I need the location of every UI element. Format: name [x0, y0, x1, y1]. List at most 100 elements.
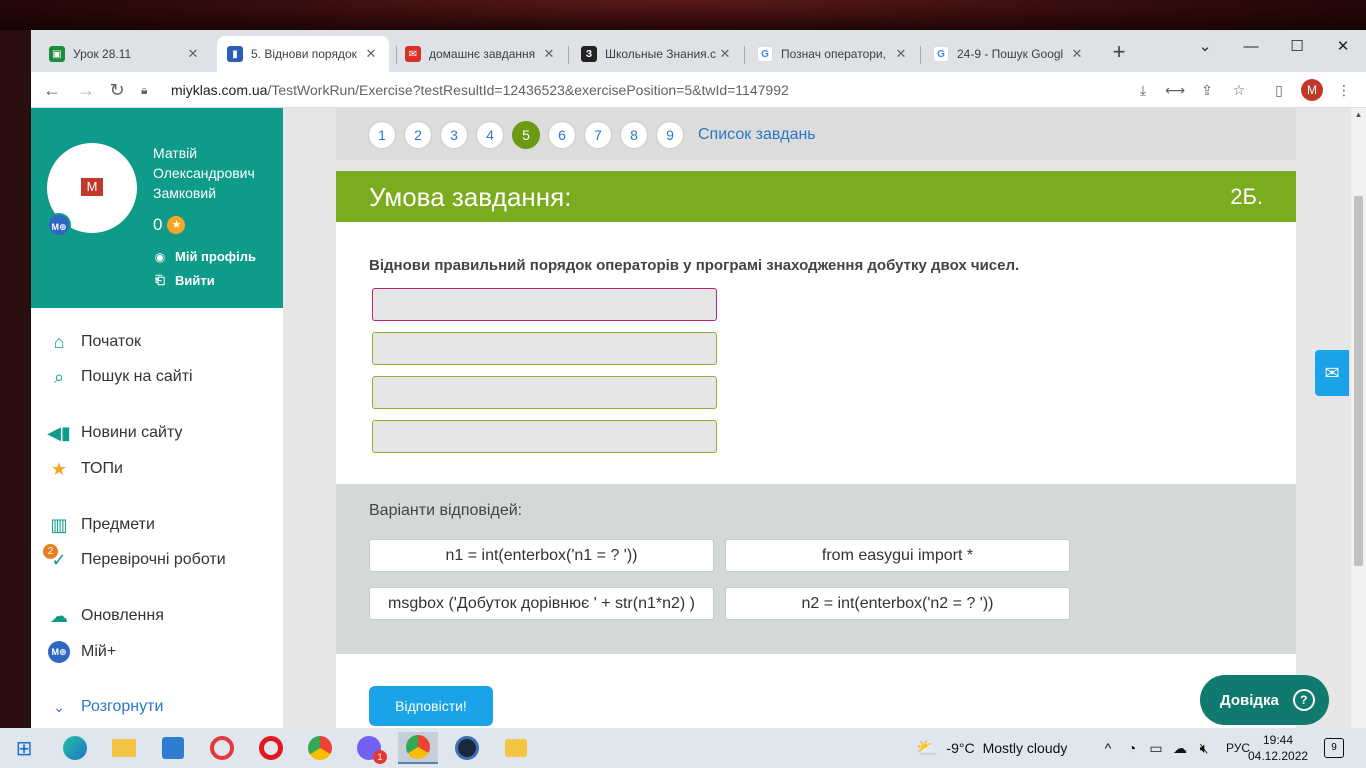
submit-answer-button[interactable]: Відповісти!: [369, 686, 493, 726]
logout-icon: ⎗: [155, 273, 165, 287]
chevron-down-icon: ⌄: [53, 698, 65, 715]
steam-app[interactable]: [447, 732, 487, 764]
page-number-button[interactable]: 8: [620, 121, 648, 149]
tab-homework[interactable]: ✉ домашнє завдання ✕: [395, 36, 567, 72]
scrollbar-thumb[interactable]: [1354, 196, 1363, 566]
volume-muted-icon[interactable]: 🔇︎: [1192, 740, 1216, 757]
files-app[interactable]: [496, 732, 536, 764]
store-app[interactable]: [153, 732, 193, 764]
page-number-button[interactable]: 1: [368, 121, 396, 149]
sidebar-item-subjects[interactable]: ▥ Предмети: [47, 513, 154, 537]
tab-search-chevron-icon[interactable]: ⌄: [1182, 34, 1228, 60]
install-icon[interactable]: ⤓: [1133, 80, 1153, 100]
cloud-update-icon: ☁: [50, 605, 68, 626]
page-number-button[interactable]: 2: [404, 121, 432, 149]
lock-icon[interactable]: 🔒︎: [141, 83, 157, 98]
page-number-current[interactable]: 5: [512, 121, 540, 149]
close-icon[interactable]: ✕: [185, 46, 201, 62]
sidebar-item-search[interactable]: ⌕ Пошук на сайті: [47, 365, 193, 389]
sidebar-item-label: Перевірочні роботи: [81, 551, 226, 568]
task-body: Віднови правильний порядок операторів у …: [336, 222, 1296, 484]
profile-avatar[interactable]: M: [1301, 79, 1323, 101]
close-icon[interactable]: ✕: [893, 46, 909, 62]
answer-drop-slot[interactable]: [372, 332, 717, 365]
start-button[interactable]: ⊞: [4, 732, 44, 764]
page-number-button[interactable]: 3: [440, 121, 468, 149]
sidebar-item-tops[interactable]: ★ ТОПи: [47, 457, 123, 481]
sidebar-item-tests[interactable]: ✓ 2 Перевірочні роботи: [43, 544, 226, 572]
maximize-button[interactable]: ☐: [1274, 34, 1320, 60]
explorer-app[interactable]: [104, 732, 144, 764]
notification-center-icon[interactable]: 9: [1324, 738, 1344, 758]
chrome-profile-app[interactable]: [398, 732, 438, 764]
opera-gx-app[interactable]: [202, 732, 242, 764]
share-icon[interactable]: ⇪: [1197, 80, 1217, 100]
answer-option[interactable]: n1 = int(enterbox('n1 = ? ')): [369, 539, 714, 572]
sidebar-item-expand[interactable]: ⌄ Розгорнути: [47, 695, 163, 719]
tab-google-search[interactable]: G 24-9 - Пошук Googl ✕: [923, 36, 1095, 72]
my-profile-link[interactable]: ◉ Мій профіль: [153, 249, 256, 264]
check-icon: ✓ 2: [43, 544, 71, 572]
onedrive-icon[interactable]: ☁: [1168, 740, 1192, 757]
store-icon: [162, 737, 184, 759]
clock[interactable]: 19:44 04.12.2022: [1248, 732, 1308, 764]
url-host: miyklas.com.ua: [171, 82, 268, 98]
feedback-mail-icon[interactable]: ✉: [1315, 350, 1349, 396]
opera-gx-icon: [210, 736, 234, 760]
answer-option[interactable]: from easygui import *: [725, 539, 1070, 572]
forward-button[interactable]: →: [73, 77, 99, 103]
battery-icon[interactable]: ▭: [1144, 740, 1168, 757]
new-tab-button[interactable]: +: [1106, 40, 1132, 66]
page-scrollbar[interactable]: ▲: [1351, 108, 1366, 728]
tab-znanija[interactable]: З Школьные Знания.c ✕: [571, 36, 743, 72]
close-window-button[interactable]: ✕: [1320, 34, 1366, 60]
search-icon: ⌕: [53, 366, 65, 387]
answer-drop-slot[interactable]: [372, 288, 717, 321]
minimize-button[interactable]: —: [1228, 34, 1274, 60]
logout-link[interactable]: ⎗ Вийти: [153, 273, 215, 288]
viber-badge: 1: [373, 750, 387, 764]
language-indicator[interactable]: РУС: [1226, 741, 1250, 755]
page-number-button[interactable]: 9: [656, 121, 684, 149]
tab-google-operators[interactable]: G Познач оператори, ✕: [747, 36, 919, 72]
answer-drop-slot[interactable]: [372, 376, 717, 409]
answer-option[interactable]: n2 = int(enterbox('n2 = ? ')): [725, 587, 1070, 620]
task-header: Умова завдання: 2Б.: [336, 171, 1296, 222]
viber-app[interactable]: 1: [349, 732, 389, 764]
google-icon: G: [757, 46, 773, 62]
star-icon: ★: [50, 458, 68, 479]
sidebar-item-news[interactable]: ◀▮ Новини сайту: [47, 421, 182, 445]
edge-app[interactable]: [55, 732, 95, 764]
translate-icon[interactable]: ⟷: [1165, 80, 1185, 100]
weather-widget[interactable]: ⛅ -9°C Mostly cloudy: [916, 728, 1067, 768]
reload-button[interactable]: ↻: [104, 77, 130, 103]
network-icon[interactable]: ◔: [1120, 740, 1144, 756]
back-button[interactable]: ←: [39, 77, 65, 103]
sidebar-item-myplus[interactable]: M⊕ Мій+: [47, 640, 116, 664]
opera-app[interactable]: [251, 732, 291, 764]
close-icon[interactable]: ✕: [541, 46, 557, 62]
sidebar-item-home[interactable]: ⌂ Початок: [47, 330, 141, 354]
close-icon[interactable]: ✕: [717, 46, 733, 62]
bookmark-star-icon[interactable]: ☆: [1229, 80, 1249, 100]
close-icon[interactable]: ✕: [363, 46, 379, 62]
menu-kebab-icon[interactable]: ⋮: [1334, 80, 1354, 100]
task-list-link[interactable]: Список завдань: [698, 126, 816, 144]
chrome-app[interactable]: [300, 732, 340, 764]
help-button[interactable]: Довідка ?: [1200, 675, 1329, 725]
page-number-button[interactable]: 7: [584, 121, 612, 149]
sidebar-item-updates[interactable]: ☁ Оновлення: [47, 604, 164, 628]
side-panel-icon[interactable]: ▯: [1269, 80, 1289, 100]
page-number-button[interactable]: 4: [476, 121, 504, 149]
answer-drop-slot[interactable]: [372, 420, 717, 453]
scroll-up-arrow-icon[interactable]: ▲: [1351, 110, 1366, 119]
show-hidden-icons-chevron-icon[interactable]: ^: [1096, 740, 1120, 756]
page-number-button[interactable]: 6: [548, 121, 576, 149]
answer-option[interactable]: msgbox ('Добуток дорівнює ' + str(n1*n2)…: [369, 587, 714, 620]
books-icon: ▥: [50, 514, 68, 535]
tab-exercise[interactable]: ▮ 5. Віднови порядок ✕: [217, 36, 389, 72]
address-bar[interactable]: 🔒︎ miyklas.com.ua /TestWorkRun/Exercise?…: [141, 76, 1261, 104]
close-icon[interactable]: ✕: [1069, 46, 1085, 62]
points-value: 0: [153, 215, 163, 234]
tab-lesson[interactable]: ▣ Урок 28.11 ✕: [39, 36, 211, 72]
